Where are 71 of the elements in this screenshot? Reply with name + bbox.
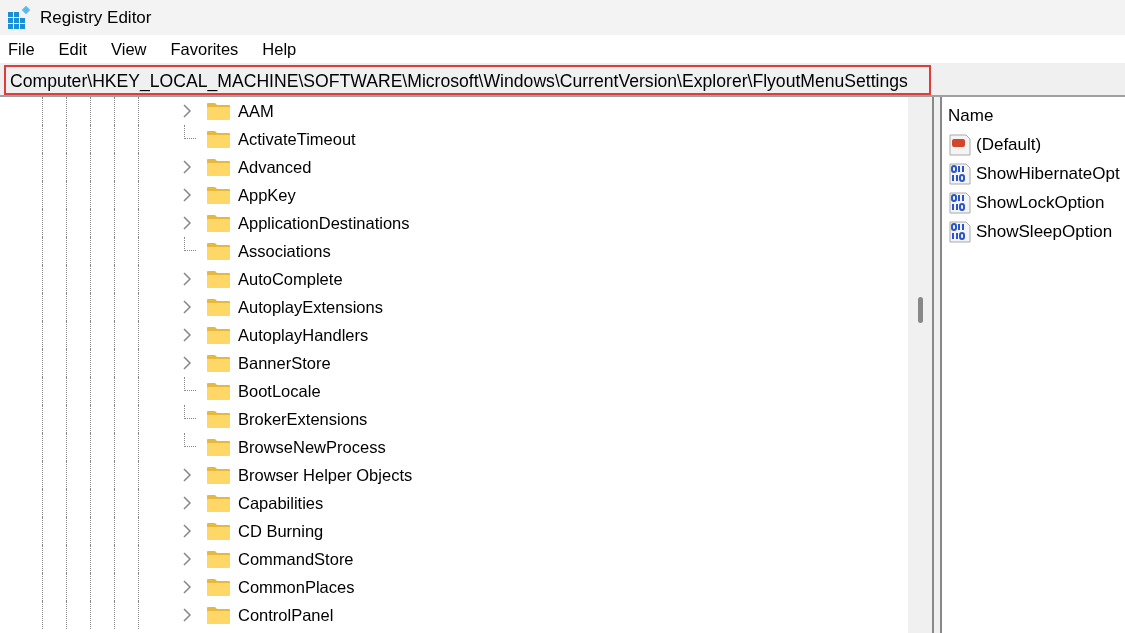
tree-item[interactable]: AutoplayHandlers [234,322,369,348]
chevron-icon[interactable] [183,328,192,342]
tree-item[interactable]: BannerStore [234,350,331,376]
folder-icon [207,214,230,232]
chevron-icon[interactable] [183,216,192,230]
column-header[interactable]: Name [948,102,994,129]
folder-icon [207,494,230,512]
folder-icon [207,466,230,484]
address-bar[interactable]: Computer\HKEY_LOCAL_MACHINE\SOFTWARE\Microsoft\Windows\CurrentVersion\Explorer\FlyoutMenuSettings [4,65,931,95]
chevron-icon[interactable] [183,356,192,370]
tree-item[interactable]: BrokerExtensions [234,406,368,432]
folder-icon [207,158,230,176]
folder-icon [207,438,230,456]
tree-item[interactable]: Capabilities [234,490,324,516]
chevron-icon[interactable] [183,272,192,286]
tree-item[interactable]: AutoComplete [234,266,343,292]
tree-item[interactable]: AutoplayExtensions [234,294,383,320]
folder-icon [207,410,230,428]
tree-item[interactable]: ApplicationDestinations [234,210,410,236]
value-name[interactable]: (Default) [976,131,1042,158]
scrollbar-thumb[interactable] [917,297,923,323]
menu-item[interactable]: Help [262,36,297,62]
binary-value-icon [948,190,972,215]
registry-editor-icon [8,5,32,30]
chevron-icon[interactable] [183,104,192,118]
folder-icon [207,298,230,316]
chevron-icon[interactable] [183,552,192,566]
folder-icon [207,270,230,288]
binary-value-icon [948,219,972,244]
folder-icon [207,606,230,624]
folder-icon [207,102,230,120]
chevron-icon[interactable] [183,496,192,510]
menu-item[interactable]: Edit [58,36,88,62]
tree-item[interactable]: AppKey [234,182,296,208]
menu-item[interactable]: Favorites [170,36,239,62]
chevron-icon[interactable] [183,160,192,174]
tree-item[interactable]: ActivateTimeout [234,126,356,152]
chevron-icon[interactable] [183,468,192,482]
tree-item[interactable]: CommandStore [234,546,354,572]
chevron-icon[interactable] [183,300,192,314]
tree-item[interactable]: ControlPanel [234,602,334,628]
tree-item[interactable]: Advanced [234,154,312,180]
value-name[interactable]: ShowHibernateOpt [976,160,1120,187]
pane-splitter[interactable] [932,97,942,633]
menu-item[interactable]: File [8,36,35,62]
folder-icon [207,186,230,204]
folder-icon [207,578,230,596]
chevron-icon[interactable] [183,608,192,622]
folder-icon [207,242,230,260]
string-value-icon [948,132,972,157]
menu-item[interactable]: View [111,36,147,62]
tree-item[interactable]: AAM [234,98,274,124]
chevron-icon[interactable] [183,580,192,594]
tree-item[interactable]: CD Burning [234,518,324,544]
tree-item[interactable]: BrowseNewProcess [234,434,386,460]
tree-item[interactable]: Associations [234,238,331,264]
chevron-icon[interactable] [183,188,192,202]
value-name[interactable]: ShowSleepOption [976,218,1113,245]
folder-icon [207,326,230,344]
folder-icon [207,382,230,400]
window-title: Registry Editor [40,6,152,29]
binary-value-icon [948,161,972,186]
chevron-icon[interactable] [183,524,192,538]
folder-icon [207,354,230,372]
folder-icon [207,522,230,540]
folder-icon [207,130,230,148]
folder-icon [207,550,230,568]
value-name[interactable]: ShowLockOption [976,189,1105,216]
tree-item[interactable]: CommonPlaces [234,574,355,600]
tree-item[interactable]: Browser Helper Objects [234,462,413,488]
tree-item[interactable]: BootLocale [234,378,321,404]
